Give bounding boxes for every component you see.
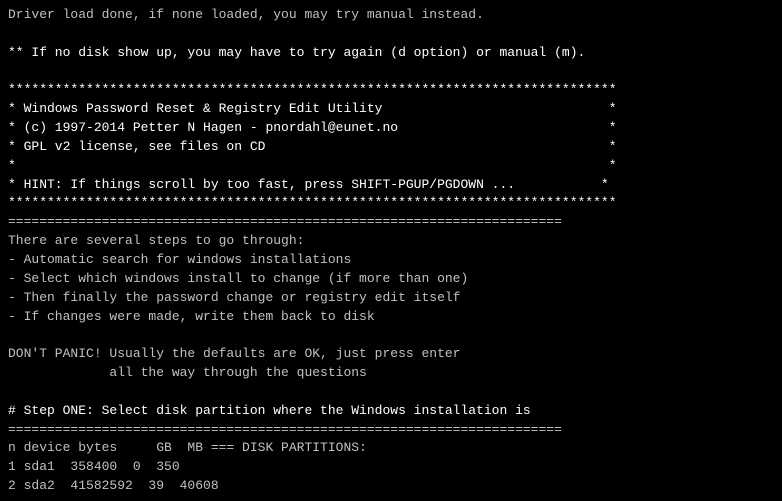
output-line-23: ========================================… bbox=[8, 421, 774, 440]
output-line-21 bbox=[8, 383, 774, 402]
output-line-22: # Step ONE: Select disk partition where … bbox=[8, 402, 774, 421]
output-line-25: 1 sda1 358400 0 350 bbox=[8, 458, 774, 477]
output-line-26: 2 sda2 41582592 39 40608 bbox=[8, 477, 774, 496]
output-line-15: - Select which windows install to change… bbox=[8, 270, 774, 289]
output-line-5: ****************************************… bbox=[8, 81, 774, 100]
output-line-1: Driver load done, if none loaded, you ma… bbox=[8, 6, 774, 25]
output-line-16: - Then finally the password change or re… bbox=[8, 289, 774, 308]
output-line-20: all the way through the questions bbox=[8, 364, 774, 383]
output-line-13: There are several steps to go through: bbox=[8, 232, 774, 251]
output-line-27 bbox=[8, 496, 774, 501]
output-line-3: ** If no disk show up, you may have to t… bbox=[8, 44, 774, 63]
output-line-4 bbox=[8, 63, 774, 82]
output-line-18 bbox=[8, 326, 774, 345]
output-line-12: ========================================… bbox=[8, 213, 774, 232]
output-line-24: n device bytes GB MB === DISK PARTITIONS… bbox=[8, 439, 774, 458]
terminal-window: Driver load done, if none loaded, you ma… bbox=[0, 0, 782, 501]
output-line-19: DON'T PANIC! Usually the defaults are OK… bbox=[8, 345, 774, 364]
output-line-7: * (c) 1997-2014 Petter N Hagen - pnordah… bbox=[8, 119, 774, 138]
output-line-17: - If changes were made, write them back … bbox=[8, 308, 774, 327]
output-line-6: * Windows Password Reset & Registry Edit… bbox=[8, 100, 774, 119]
output-line-9: * * bbox=[8, 157, 774, 176]
output-line-14: - Automatic search for windows installat… bbox=[8, 251, 774, 270]
output-line-11: ****************************************… bbox=[8, 194, 774, 213]
output-line-10: * HINT: If things scroll by too fast, pr… bbox=[8, 176, 774, 195]
output-line-2 bbox=[8, 25, 774, 44]
output-line-8: * GPL v2 license, see files on CD * bbox=[8, 138, 774, 157]
